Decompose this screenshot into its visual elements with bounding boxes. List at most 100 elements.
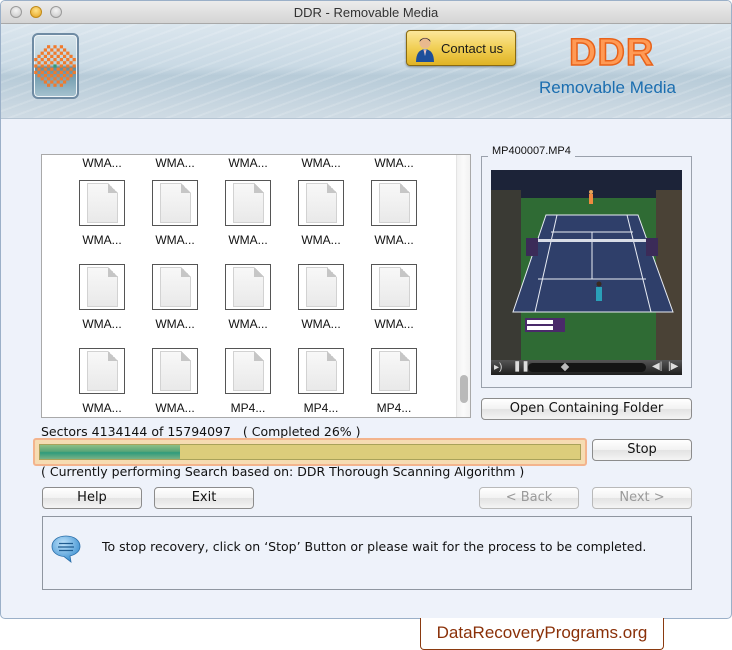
file-item[interactable]: WMA... (145, 264, 205, 331)
file-item[interactable]: WMA... (291, 180, 351, 247)
step-back-icon[interactable]: ◀| (652, 361, 662, 372)
file-item[interactable]: WMA... (218, 264, 278, 331)
file-item[interactable]: WMA... (145, 348, 205, 415)
exit-button[interactable]: Exit (154, 487, 254, 509)
seek-handle[interactable] (560, 362, 570, 372)
file-label: WMA... (301, 233, 341, 247)
file-label: WMA... (374, 233, 414, 247)
brand-subtitle: Removable Media (539, 78, 677, 97)
ddr-app-logo-icon (32, 33, 79, 99)
file-item[interactable]: WMA... (218, 180, 278, 247)
file-label: WMA... (155, 317, 195, 331)
info-message-box: To stop recovery, click on ‘Stop’ Button… (42, 516, 692, 590)
document-file-icon (371, 180, 417, 226)
file-item[interactable]: WMA... (364, 155, 424, 170)
stop-button[interactable]: Stop (592, 439, 692, 461)
file-item[interactable]: WMA... (291, 155, 351, 170)
file-label: WMA... (82, 401, 122, 415)
close-window-button[interactable] (10, 6, 22, 18)
brand-name: DDR (568, 31, 655, 75)
file-item[interactable]: WMA... (364, 264, 424, 331)
video-controls-bar: ▸) ❚❚ ◀| |▶ (491, 360, 682, 375)
file-grid-row: WMA... WMA... WMA... WMA... WMA... (42, 173, 457, 257)
file-grid-row: WMA... WMA... MP4... MP4... MP4... (42, 341, 457, 417)
title-bar: DDR - Removable Media (1, 1, 731, 24)
document-file-icon (298, 348, 344, 394)
file-label: MP4... (376, 401, 412, 415)
sectors-status: Sectors 4134144 of 15794097 ( Completed … (41, 424, 361, 439)
file-item[interactable]: WMA... (72, 348, 132, 415)
file-item[interactable]: WMA... (145, 180, 205, 247)
volume-icon[interactable]: ▸) (494, 362, 502, 373)
document-file-icon (371, 348, 417, 394)
person-icon (415, 36, 435, 62)
checkered-logo-icon (34, 45, 76, 87)
window-title: DDR - Removable Media (293, 5, 439, 20)
scroll-thumb[interactable] (460, 375, 468, 403)
contact-us-button[interactable]: Contact us (406, 30, 516, 66)
preview-file-name: MP400007.MP4 (488, 145, 575, 157)
file-item[interactable]: WMA... (72, 264, 132, 331)
file-label: WMA... (228, 233, 268, 247)
watermark-link[interactable]: DataRecoveryPrograms.org (420, 618, 664, 650)
zoom-window-button[interactable] (50, 6, 62, 18)
document-file-icon (79, 348, 125, 394)
file-item[interactable]: WMA... (291, 264, 351, 331)
document-file-icon (152, 180, 198, 226)
header-banner: Contact us DDR Removable Media (1, 24, 731, 119)
file-label: WMA... (301, 317, 341, 331)
document-file-icon (79, 180, 125, 226)
document-file-icon (298, 264, 344, 310)
document-file-icon (152, 348, 198, 394)
file-item[interactable]: MP4... (364, 348, 424, 415)
file-label: WMA... (301, 156, 341, 170)
document-file-icon (152, 264, 198, 310)
file-item[interactable]: MP4... (291, 348, 351, 415)
minimize-window-button[interactable] (30, 6, 42, 18)
speech-bubble-icon (51, 534, 81, 563)
file-grid-scrollbar[interactable] (456, 155, 470, 417)
document-file-icon (298, 180, 344, 226)
contact-us-label: Contact us (441, 40, 504, 56)
file-label: WMA... (82, 317, 122, 331)
recovered-files-grid[interactable]: WMA... WMA... WMA... WMA... WMA... WMA... WMA.… (41, 154, 471, 418)
file-label: WMA... (82, 156, 122, 170)
file-item[interactable]: WMA... (145, 155, 205, 170)
algorithm-status: ( Currently performing Search based on: … (41, 464, 525, 479)
file-label: WMA... (155, 156, 195, 170)
file-label: WMA... (374, 156, 414, 170)
video-preview[interactable]: ▸) ❚❚ ◀| |▶ (491, 170, 682, 375)
file-label: WMA... (374, 317, 414, 331)
document-file-icon (225, 348, 271, 394)
document-file-icon (79, 264, 125, 310)
help-button[interactable]: Help (42, 487, 142, 509)
file-item[interactable]: WMA... (72, 180, 132, 247)
step-forward-icon[interactable]: |▶ (668, 361, 678, 372)
next-button[interactable]: Next > (592, 487, 692, 509)
open-containing-folder-button[interactable]: Open Containing Folder (481, 398, 692, 420)
progress-fill (40, 445, 181, 459)
file-item[interactable]: WMA... (364, 180, 424, 247)
seek-slider[interactable] (528, 362, 646, 372)
file-label: WMA... (155, 233, 195, 247)
file-grid-row: WMA... WMA... WMA... WMA... WMA... (42, 257, 457, 341)
file-grid-content: WMA... WMA... WMA... WMA... WMA... WMA... WMA.… (42, 155, 457, 417)
file-label: WMA... (82, 233, 122, 247)
file-item[interactable]: MP4... (218, 348, 278, 415)
file-label: WMA... (155, 401, 195, 415)
video-frame (491, 170, 682, 375)
app-window: DDR - Removable Media Contact us DDR Rem… (0, 0, 732, 619)
file-label: MP4... (230, 401, 266, 415)
file-item[interactable]: WMA... (218, 155, 278, 170)
back-button[interactable]: < Back (479, 487, 579, 509)
progress-track (39, 444, 581, 460)
file-item[interactable]: WMA... (72, 155, 132, 170)
document-file-icon (225, 180, 271, 226)
file-label: WMA... (228, 156, 268, 170)
file-grid-row-partial: WMA... WMA... WMA... WMA... WMA... (42, 155, 457, 173)
info-message-text: To stop recovery, click on ‘Stop’ Button… (102, 539, 647, 554)
scan-progress-bar (33, 438, 587, 466)
file-label: WMA... (228, 317, 268, 331)
document-file-icon (371, 264, 417, 310)
document-file-icon (225, 264, 271, 310)
